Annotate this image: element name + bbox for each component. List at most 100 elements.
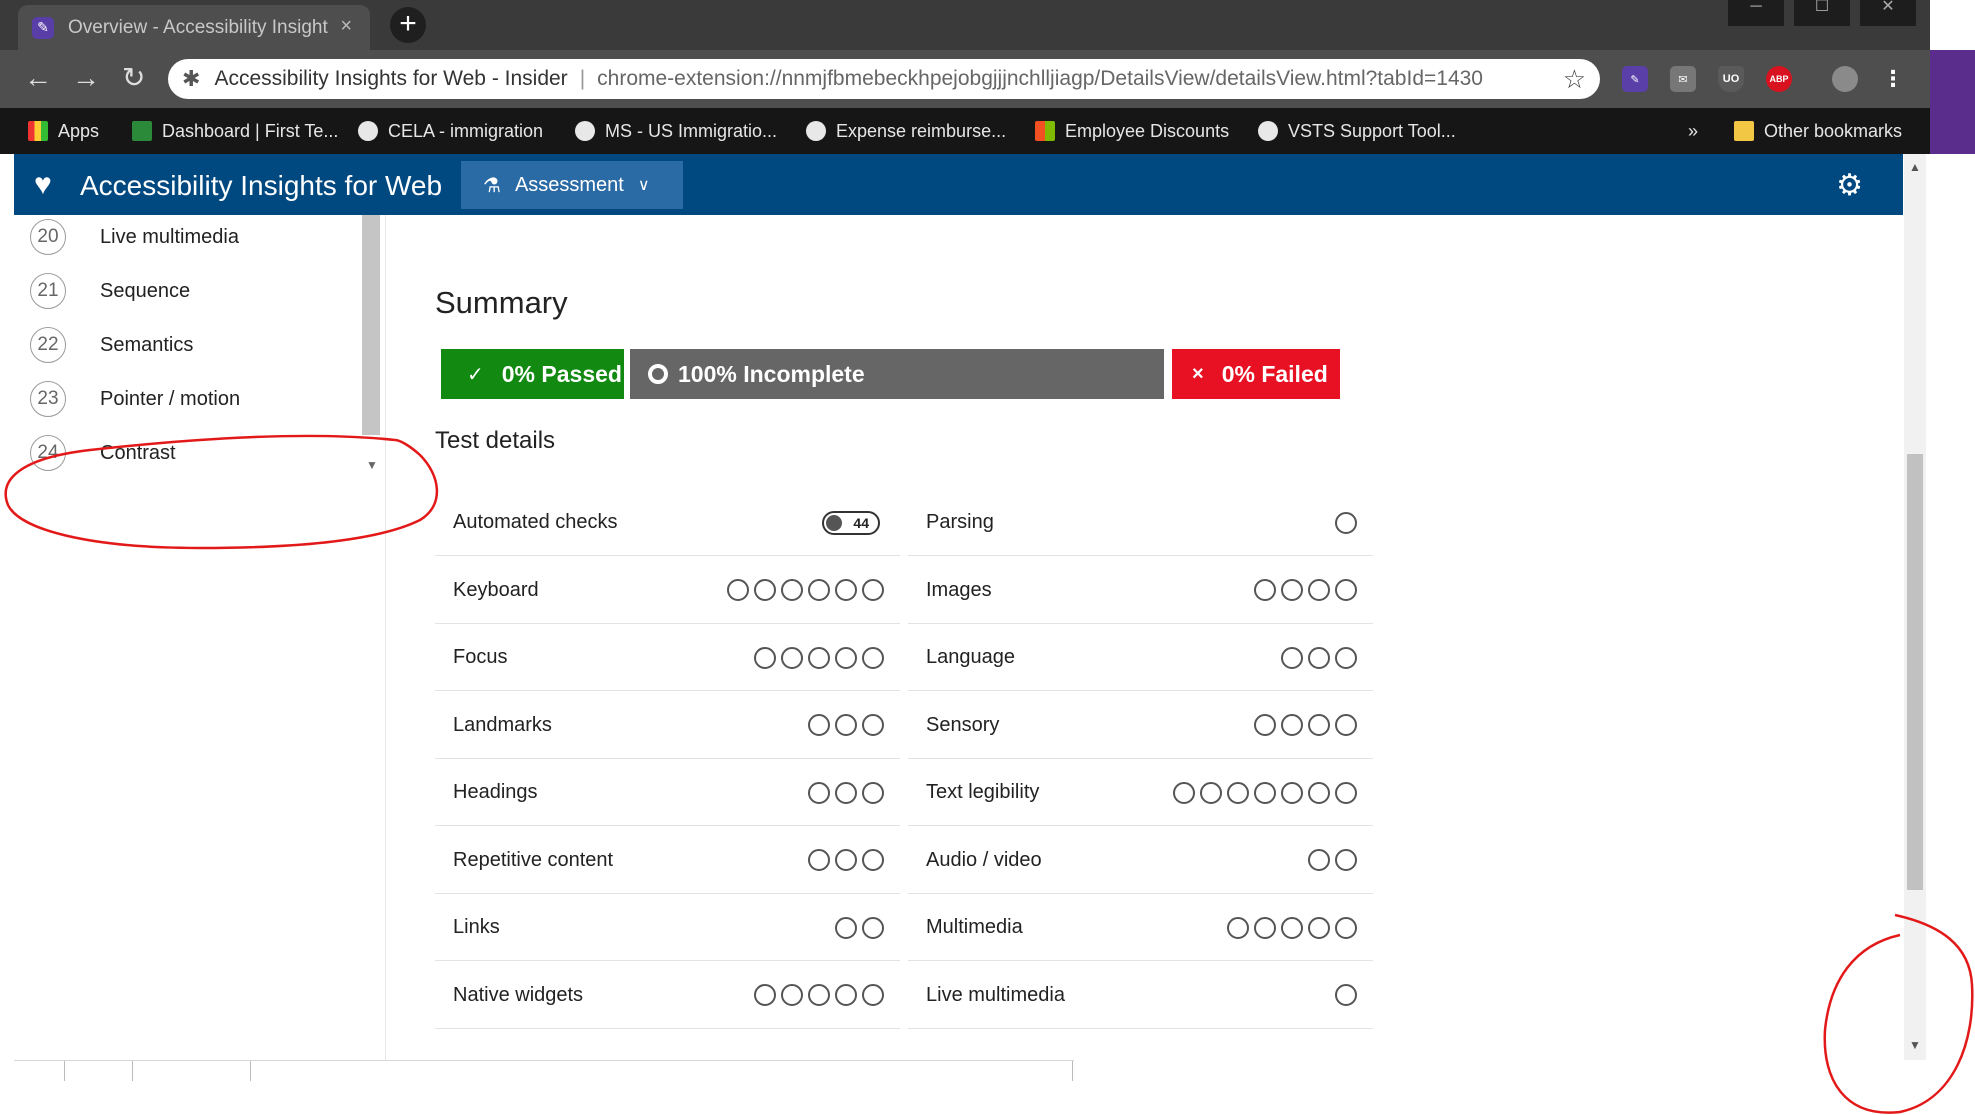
incomplete-step-circle-icon — [1173, 781, 1195, 804]
incomplete-step-circle-icon — [1308, 579, 1330, 601]
test-name: Focus — [453, 646, 508, 668]
incomplete-step-circle-icon — [835, 579, 857, 601]
test-row[interactable]: Multimedia — [908, 895, 1373, 961]
bookmark-label: Expense reimburse... — [836, 120, 1007, 141]
nav-item-live-multimedia[interactable]: 20 Live multimedia — [30, 217, 239, 257]
tab-close-icon[interactable]: × — [340, 15, 352, 38]
scroll-down-arrow-icon[interactable]: ▼ — [1909, 1038, 1921, 1052]
test-row[interactable]: Parsing — [908, 490, 1373, 556]
test-row[interactable]: Links — [435, 895, 900, 961]
flask-icon: ⚗ — [483, 174, 501, 197]
page-scrollbar[interactable]: ▲ ▼ — [1904, 154, 1926, 1060]
test-row[interactable]: Live multimedia — [908, 963, 1373, 1029]
test-row[interactable]: Text legibility — [908, 760, 1373, 826]
nav-item-label: Semantics — [100, 333, 194, 356]
other-bookmarks[interactable]: Other bookmarks — [1734, 108, 1902, 154]
bottom-strip — [14, 1060, 1074, 1081]
close-window-button[interactable]: ✕ — [1860, 0, 1916, 26]
new-tab-button[interactable]: + — [390, 7, 426, 43]
browser-tabstrip: ✎ Overview - Accessibility Insights × + … — [0, 0, 1975, 50]
nav-item-pointer-motion[interactable]: 23 Pointer / motion — [30, 379, 240, 419]
step-status-dots — [1308, 849, 1357, 871]
bookmark-cela[interactable]: CELA - immigration — [358, 108, 543, 154]
assessment-label: Assessment — [514, 173, 624, 196]
bookmark-vsts[interactable]: VSTS Support Tool... — [1258, 108, 1456, 154]
ublock-extension-icon[interactable]: UO — [1718, 66, 1744, 92]
reload-button[interactable]: ↻ — [122, 63, 145, 93]
incomplete-step-circle-icon — [1254, 916, 1276, 939]
gear-icon[interactable]: ⚙ — [1836, 168, 1863, 203]
details-view: Summary ✓ 0% Passed 100% Incomplete × 0%… — [387, 215, 1903, 1060]
apps-grid-icon — [28, 121, 48, 141]
test-row[interactable]: Images — [908, 558, 1373, 624]
incomplete-step-circle-icon — [862, 579, 884, 601]
url-text[interactable]: chrome-extension://nnmjfbmebeckhpejobgjj… — [597, 67, 1483, 91]
bookmark-employee-discounts[interactable]: Employee Discounts — [1035, 108, 1229, 154]
incomplete-step-circle-icon — [1227, 781, 1249, 804]
test-row[interactable]: Keyboard — [435, 558, 900, 624]
extension-puzzle-icon: ✱ — [182, 66, 201, 91]
back-button[interactable]: ← — [24, 63, 52, 93]
incomplete-step-circle-icon — [727, 579, 749, 601]
test-row[interactable]: Headings — [435, 760, 900, 826]
bookmark-ms-immigration[interactable]: MS - US Immigratio... — [575, 108, 777, 154]
forward-button[interactable]: → — [72, 63, 100, 93]
assessment-dropdown[interactable]: ⚗ Assessment ∨ — [461, 161, 683, 209]
incomplete-step-circle-icon — [835, 849, 857, 871]
step-status-dots — [1335, 984, 1357, 1006]
incomplete-step-circle-icon — [862, 849, 884, 871]
globe-icon — [806, 121, 826, 141]
test-details-heading: Test details — [435, 427, 556, 454]
test-name: Live multimedia — [926, 983, 1065, 1006]
nav-item-contrast[interactable]: 24 Contrast — [30, 433, 176, 473]
scroll-up-arrow-icon[interactable]: ▲ — [1909, 160, 1921, 174]
menu-kebab-icon[interactable]: ⋮ — [1880, 66, 1906, 92]
scroll-down-arrow-icon[interactable]: ▼ — [366, 458, 378, 472]
checkmark-icon: ✓ — [467, 363, 484, 386]
bookmarks-bar: Apps Dashboard | First Te... CELA - immi… — [0, 108, 1975, 154]
incomplete-step-circle-icon — [835, 646, 857, 669]
test-row[interactable]: Sensory — [908, 693, 1373, 759]
bookmark-dashboard[interactable]: Dashboard | First Te... — [132, 108, 338, 154]
maximize-button[interactable]: ☐ — [1794, 0, 1850, 26]
profile-avatar[interactable] — [1832, 66, 1858, 92]
incomplete-step-circle-icon — [808, 984, 830, 1006]
browser-tab[interactable]: ✎ Overview - Accessibility Insights × — [18, 5, 370, 50]
bookmark-expense[interactable]: Expense reimburse... — [806, 108, 1006, 154]
test-row[interactable]: Landmarks — [435, 693, 900, 759]
feedback-extension-icon[interactable]: ✉ — [1670, 66, 1696, 92]
bookmarks-overflow-button[interactable]: » — [1688, 108, 1698, 154]
bookmark-star-icon[interactable]: ☆ — [1563, 64, 1586, 95]
test-row[interactable]: Automated checks 44 — [435, 490, 900, 556]
nav-item-label: Sequence — [100, 279, 191, 302]
test-row[interactable]: Native widgets — [435, 963, 900, 1029]
accessibility-insights-extension-icon[interactable]: ✎ — [1622, 66, 1648, 92]
step-status-dots — [727, 579, 884, 601]
scrollbar-thumb[interactable] — [1907, 454, 1923, 890]
test-row[interactable]: Language — [908, 625, 1373, 691]
test-row[interactable]: Repetitive content — [435, 828, 900, 894]
step-status-dots — [1227, 916, 1357, 939]
browser-toolbar: ← → ↻ ✱ Accessibility Insights for Web -… — [0, 50, 1975, 108]
incomplete-step-circle-icon — [835, 984, 857, 1006]
minimize-button[interactable]: ─ — [1728, 0, 1784, 26]
bookmark-apps[interactable]: Apps — [28, 108, 99, 154]
nav-item-semantics[interactable]: 22 Semantics — [30, 325, 193, 365]
test-row[interactable]: Focus — [435, 625, 900, 691]
incomplete-step-circle-icon — [754, 646, 776, 669]
incomplete-step-circle-icon — [862, 714, 884, 736]
incomplete-step-circle-icon — [835, 916, 857, 939]
test-row[interactable]: Audio / video — [908, 828, 1373, 894]
sidebar-scrollbar[interactable] — [362, 215, 380, 435]
incomplete-step-circle-icon — [862, 781, 884, 804]
automated-checks-count-toggle[interactable]: 44 — [822, 510, 880, 535]
incomplete-step-circle-icon — [862, 984, 884, 1006]
incomplete-step-circle-icon — [1308, 714, 1330, 736]
adblock-extension-icon[interactable]: ABP — [1766, 66, 1792, 92]
incomplete-step-circle-icon — [1335, 781, 1357, 804]
tab-title: Overview - Accessibility Insights — [68, 16, 328, 38]
bookmark-label: MS - US Immigratio... — [605, 120, 778, 141]
address-bar[interactable]: ✱ Accessibility Insights for Web - Insid… — [168, 59, 1600, 99]
step-status-dots — [808, 781, 884, 804]
nav-item-sequence[interactable]: 21 Sequence — [30, 271, 190, 311]
